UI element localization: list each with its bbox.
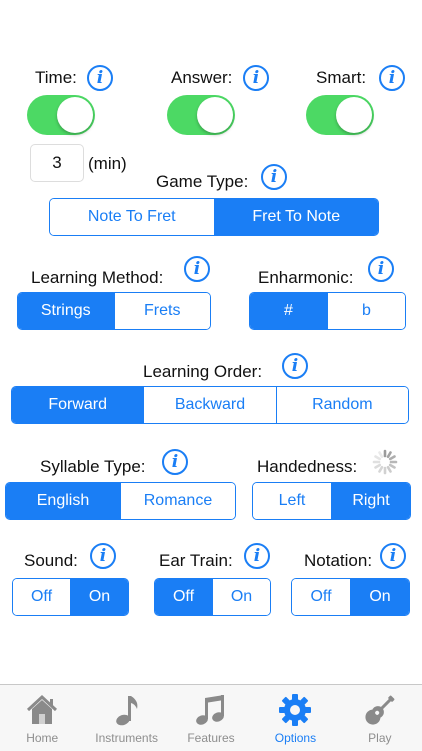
notation-info-icon[interactable]: i (380, 543, 406, 569)
learning-order-label: Learning Order: (143, 362, 263, 381)
loading-spinner-icon (372, 449, 398, 475)
game-type-option-note-to-fret[interactable]: Note To Fret (50, 199, 214, 235)
tab-label: Play (368, 731, 392, 745)
smart-toggle[interactable] (306, 95, 374, 135)
sound-option-off[interactable]: Off (13, 579, 70, 615)
notation-option-on[interactable]: On (350, 579, 409, 615)
tab-label: Instruments (95, 731, 158, 745)
game-type-info-icon[interactable]: i (261, 164, 287, 190)
learning-method-segmented-control: Strings Frets (17, 292, 211, 330)
sound-info-icon[interactable]: i (90, 543, 116, 569)
learning-order-option-random[interactable]: Random (275, 387, 408, 423)
time-label: Time: (35, 68, 77, 87)
tab-features[interactable]: Features (169, 685, 253, 751)
learning-order-info-icon[interactable]: i (282, 353, 308, 379)
toggle-knob (57, 97, 93, 133)
sound-segmented-control: Off On (12, 578, 129, 616)
guitar-icon (363, 693, 397, 727)
learning-order-segmented-control: Forward Backward Random (11, 386, 409, 424)
syllable-type-info-icon[interactable]: i (162, 449, 188, 475)
music-note-icon (113, 693, 141, 727)
tab-instruments[interactable]: Instruments (84, 685, 168, 751)
handedness-segmented-control: Left Right (252, 482, 411, 520)
syllable-type-label: Syllable Type: (40, 457, 146, 476)
sound-option-on[interactable]: On (70, 579, 128, 615)
smart-info-icon[interactable]: i (379, 65, 405, 91)
notation-option-off[interactable]: Off (292, 579, 350, 615)
syllable-type-option-romance[interactable]: Romance (120, 483, 235, 519)
notation-segmented-control: Off On (291, 578, 410, 616)
enharmonic-segmented-control: # b (249, 292, 406, 330)
ear-train-option-off[interactable]: Off (155, 579, 212, 615)
gear-icon (278, 693, 312, 727)
syllable-type-option-english[interactable]: English (6, 483, 120, 519)
time-toggle[interactable] (27, 95, 95, 135)
learning-order-option-forward[interactable]: Forward (12, 387, 144, 423)
tab-label: Options (274, 731, 317, 745)
handedness-option-right[interactable]: Right (331, 483, 410, 519)
tab-bar: Home Instruments Features Options Play (0, 684, 422, 751)
notation-label: Notation: (304, 551, 373, 570)
tab-label: Home (26, 731, 59, 745)
syllable-type-segmented-control: English Romance (5, 482, 236, 520)
tab-play[interactable]: Play (338, 685, 422, 751)
enharmonic-option-flat[interactable]: b (327, 293, 405, 329)
minutes-unit-label: (min) (88, 154, 127, 173)
minutes-field[interactable]: 3 (30, 144, 84, 182)
time-info-icon[interactable]: i (87, 65, 113, 91)
ear-train-option-on[interactable]: On (212, 579, 270, 615)
handedness-option-left[interactable]: Left (253, 483, 331, 519)
learning-method-info-icon[interactable]: i (184, 256, 210, 282)
toggle-knob (197, 97, 233, 133)
game-type-segmented-control: Note To Fret Fret To Note (49, 198, 379, 236)
handedness-label: Handedness: (257, 457, 358, 476)
game-type-label: Game Type: (156, 172, 249, 191)
ear-train-segmented-control: Off On (154, 578, 271, 616)
enharmonic-label: Enharmonic: (258, 268, 354, 287)
answer-toggle[interactable] (167, 95, 235, 135)
sound-label: Sound: (24, 551, 78, 570)
ear-train-info-icon[interactable]: i (244, 543, 270, 569)
tab-label: Features (187, 731, 235, 745)
game-type-option-fret-to-note[interactable]: Fret To Note (213, 199, 378, 235)
learning-method-option-strings[interactable]: Strings (18, 293, 114, 329)
house-icon (25, 693, 59, 727)
ear-train-label: Ear Train: (159, 551, 233, 570)
enharmonic-option-sharp[interactable]: # (250, 293, 327, 329)
answer-info-icon[interactable]: i (243, 65, 269, 91)
enharmonic-info-icon[interactable]: i (368, 256, 394, 282)
beamed-notes-icon (194, 693, 228, 727)
answer-label: Answer: (171, 68, 233, 87)
toggle-knob (336, 97, 372, 133)
learning-method-label: Learning Method: (31, 268, 164, 287)
tab-options[interactable]: Options (253, 685, 337, 751)
learning-order-option-backward[interactable]: Backward (143, 387, 276, 423)
smart-label: Smart: (316, 68, 367, 87)
learning-method-option-frets[interactable]: Frets (113, 293, 210, 329)
tab-home[interactable]: Home (0, 685, 84, 751)
